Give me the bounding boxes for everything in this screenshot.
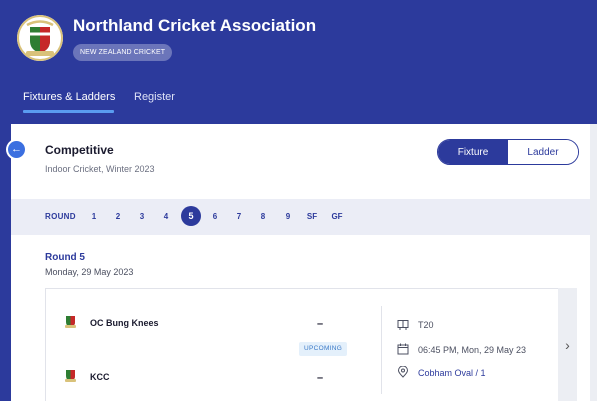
round-title: Round 5 [45,252,85,263]
away-team-score: – [317,372,324,384]
status-badge: UPCOMING [299,342,348,356]
round-2-button[interactable]: 2 [111,212,125,221]
match-details-button[interactable]: › [558,288,577,401]
fixture-ladder-toggle: Fixture Ladder [437,139,579,165]
round-selector-label: ROUND [45,212,76,221]
round-4-button[interactable]: 4 [159,212,173,221]
ladder-toggle-button[interactable]: Ladder [508,140,578,164]
round-7-button[interactable]: 7 [232,212,246,221]
calendar-icon [397,342,409,355]
round-5-button[interactable]: 5 [181,206,201,226]
chevron-right-icon: › [565,336,570,353]
active-tab-indicator [23,110,114,113]
tab-fixtures-ladders[interactable]: Fixtures & Ladders [23,91,115,103]
competition-subtitle: Indoor Cricket, Winter 2023 [45,164,155,174]
association-logo [17,15,63,61]
round-6-button[interactable]: 6 [208,212,222,221]
round-gf-button[interactable]: GF [329,212,345,221]
team-logo-icon [65,369,76,382]
round-9-button[interactable]: 9 [281,212,295,221]
home-team-name: OC Bung Knees [90,318,159,328]
match-datetime: 06:45 PM, Mon, 29 May 23 [418,345,527,355]
competition-title: Competitive [45,143,114,157]
association-badge: NEW ZEALAND CRICKET [73,44,173,61]
location-pin-icon [397,365,409,378]
away-team-name: KCC [90,372,110,382]
round-1-button[interactable]: 1 [87,212,101,221]
right-rail [590,124,597,401]
round-3-button[interactable]: 3 [135,212,149,221]
association-title: Northland Cricket Association [73,16,317,35]
round-date: Monday, 29 May 2023 [45,267,134,277]
scoreboard-icon [397,318,409,330]
tab-register[interactable]: Register [134,91,175,103]
round-sf-button[interactable]: SF [304,212,320,221]
arrow-left-icon: ← [11,143,22,155]
team-logo-icon [65,315,76,328]
round-8-button[interactable]: 8 [256,212,270,221]
left-rail [0,124,11,401]
match-format: T20 [418,320,434,330]
fixture-toggle-button[interactable]: Fixture [438,140,508,164]
venue-link[interactable]: Cobham Oval / 1 [418,368,486,378]
match-card-divider [381,306,382,394]
back-button[interactable]: ← [8,141,25,158]
home-team-score: – [317,318,324,330]
